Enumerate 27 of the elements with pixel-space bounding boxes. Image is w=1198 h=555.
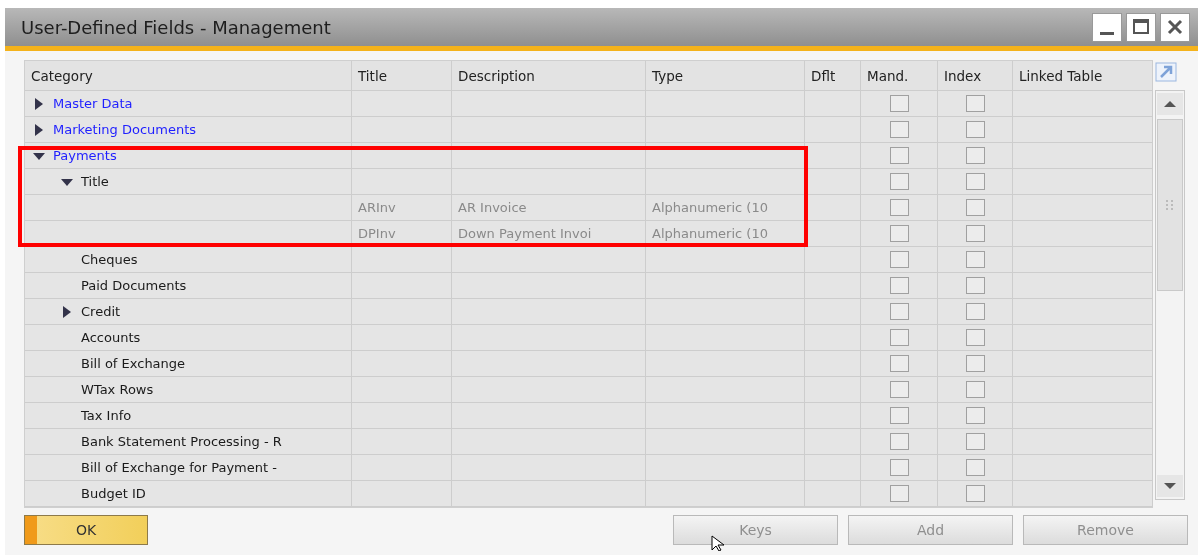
category-label[interactable]: Bill of Exchange (81, 356, 186, 371)
category-label[interactable]: WTax Rows (81, 382, 154, 397)
category-label[interactable]: Tax Info (81, 408, 132, 423)
column-header[interactable]: Linked Table (1013, 61, 1153, 91)
ok-button[interactable]: OK (24, 515, 148, 545)
table-cell: Alphanumeric (10 (646, 195, 805, 221)
category-label[interactable]: Bill of Exchange for Payment - (81, 460, 277, 475)
table-cell: AR Invoice (452, 195, 646, 221)
column-header[interactable]: Index (938, 61, 1013, 91)
table-cell: ARInv (352, 195, 452, 221)
window-title: User-Defined Fields - Management (21, 16, 331, 38)
column-header[interactable]: Mand. (861, 61, 938, 91)
column-header[interactable]: Title (352, 61, 452, 91)
category-label[interactable]: Marketing Documents (53, 122, 197, 137)
category-label[interactable]: Accounts (81, 330, 141, 345)
category-label[interactable]: Title (81, 174, 109, 189)
category-label[interactable]: Master Data (53, 96, 133, 111)
column-header[interactable]: Description (452, 61, 646, 91)
category-label[interactable]: Payments (53, 148, 117, 163)
category-label[interactable]: Cheques (81, 252, 138, 267)
column-header[interactable]: Type (646, 61, 805, 91)
column-header[interactable]: Category (25, 61, 352, 91)
category-label[interactable]: Bank Statement Processing - R (81, 434, 282, 449)
category-label[interactable]: Budget ID (81, 486, 146, 501)
category-label[interactable]: Credit (81, 304, 121, 319)
column-header[interactable]: Dflt (805, 61, 861, 91)
category-label[interactable]: Paid Documents (81, 278, 187, 293)
